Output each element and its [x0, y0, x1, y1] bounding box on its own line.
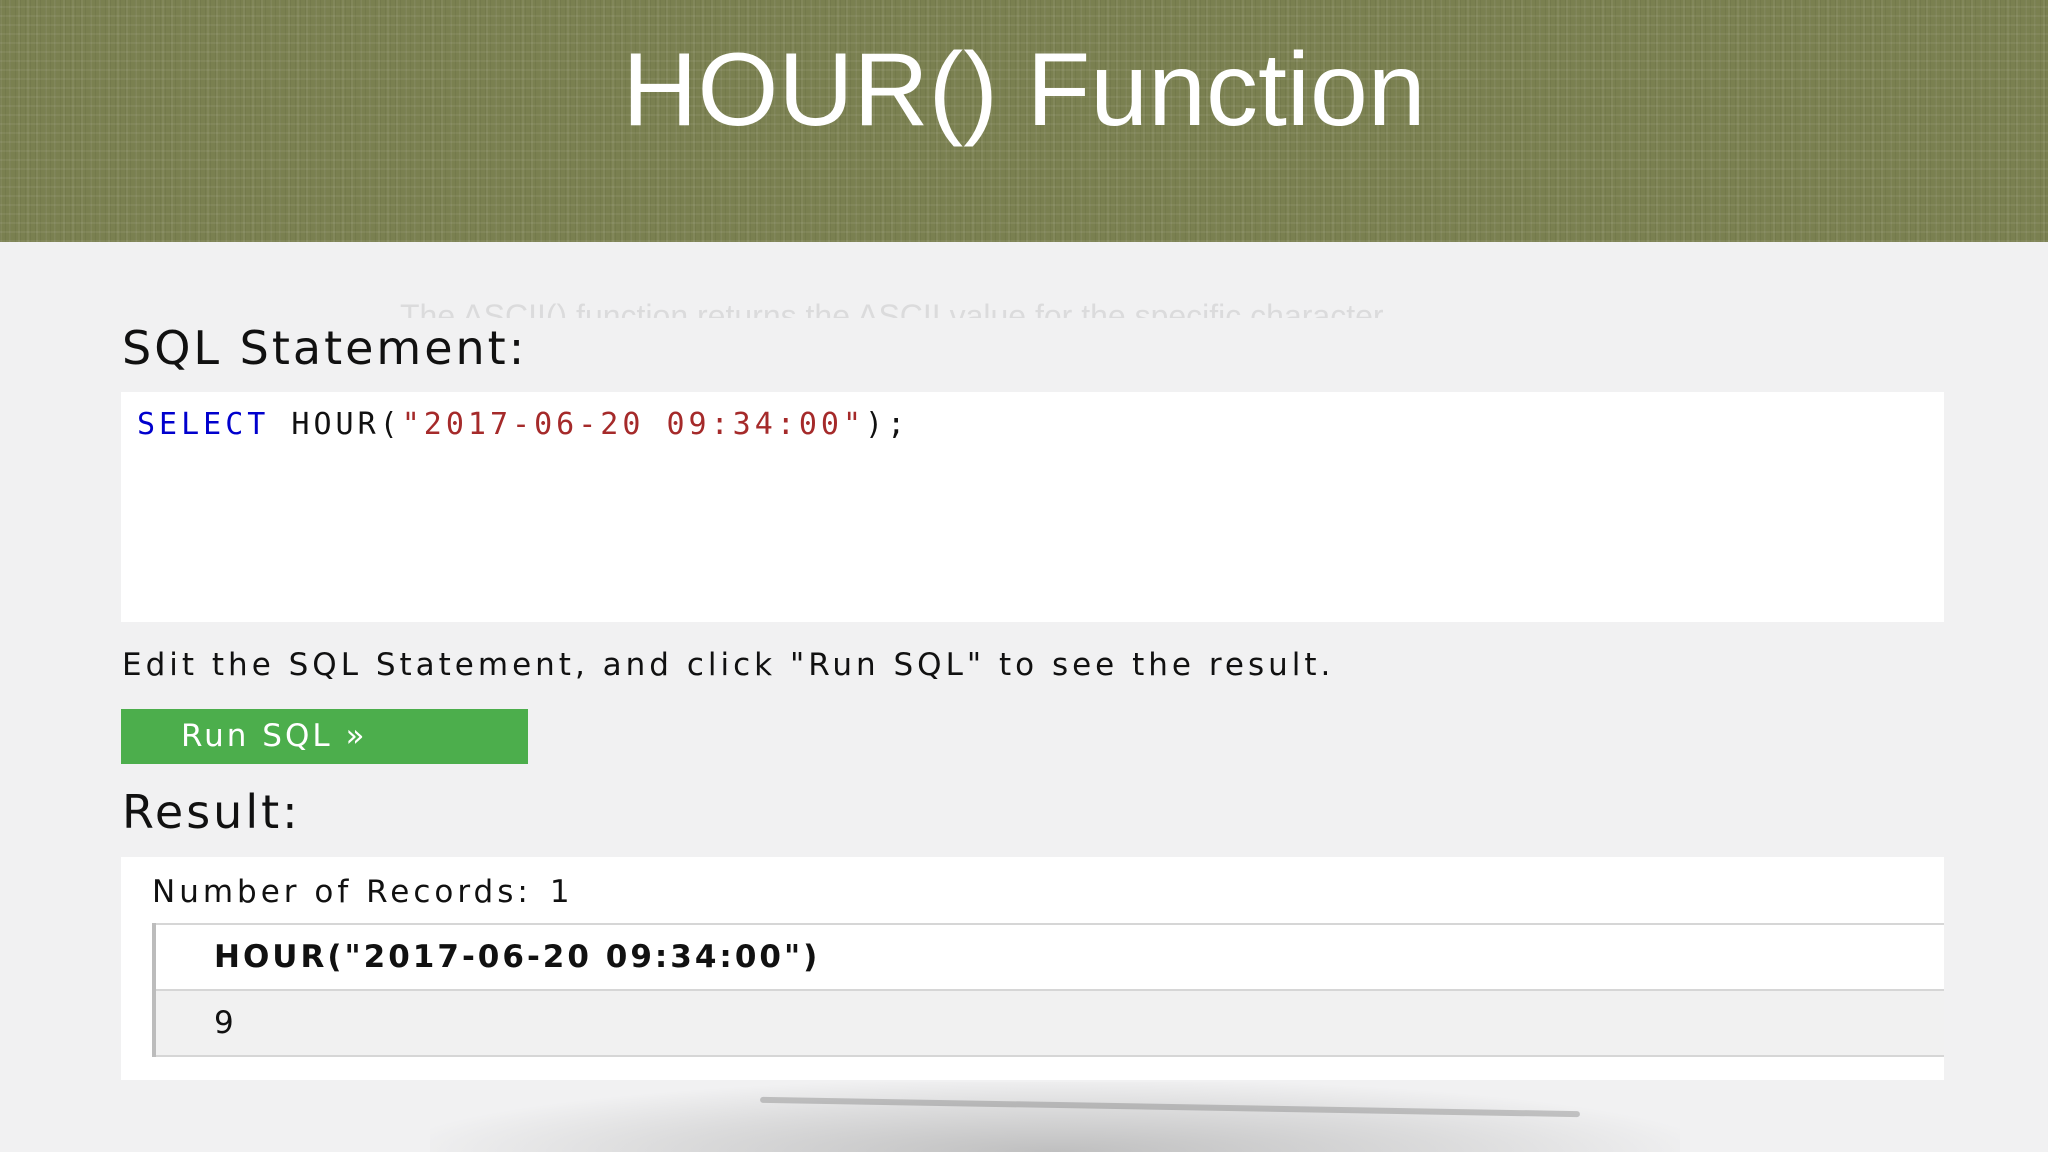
sql-terminator: ); [865, 407, 910, 442]
table-row: 9 [154, 989, 1944, 1057]
result-heading: Result: [122, 785, 301, 839]
sql-function: HOUR( [269, 407, 402, 442]
background-book-image [430, 1082, 1680, 1152]
sql-keyword: SELECT [137, 407, 270, 442]
faded-background-text: The ASCII() function returns the ASCII v… [400, 298, 1391, 318]
run-sql-button[interactable]: Run SQL » [121, 709, 528, 764]
title-banner: HOUR() Function [0, 0, 2048, 242]
column-header: HOUR("2017-06-20 09:34:00") [154, 923, 1944, 990]
sql-statement-heading: SQL Statement: [122, 321, 528, 375]
table-header-row: HOUR("2017-06-20 09:34:00") [154, 923, 1944, 990]
slide-title: HOUR() Function [622, 32, 1426, 148]
instruction-text: Edit the SQL Statement, and click "Run S… [122, 647, 1335, 683]
sql-string-literal: "2017-06-20 09:34:00" [401, 407, 866, 442]
result-panel: Number of Records: 1 HOUR("2017-06-20 09:… [121, 857, 1944, 1080]
records-count: 1 [549, 874, 574, 910]
result-table: HOUR("2017-06-20 09:34:00") 9 [152, 923, 1944, 1057]
sql-code-line[interactable]: SELECT HOUR("2017-06-20 09:34:00"); [137, 400, 909, 450]
records-count-line: Number of Records: 1 [152, 867, 574, 917]
sql-editor[interactable]: SELECT HOUR("2017-06-20 09:34:00"); [121, 392, 1944, 622]
table-cell: 9 [154, 989, 1944, 1057]
records-label: Number of Records: [152, 874, 532, 910]
